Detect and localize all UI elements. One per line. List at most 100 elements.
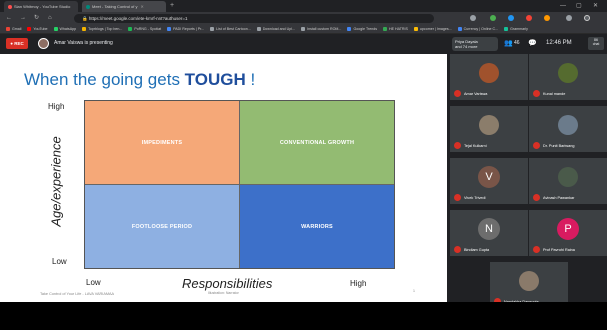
bookmark-item[interactable]: Currency | Online C... — [457, 27, 499, 32]
home-icon[interactable]: ⌂ — [48, 14, 52, 23]
x-axis-high-label: High — [350, 279, 367, 288]
mic-muted-icon — [454, 90, 461, 97]
bookmark-favicon-icon — [347, 27, 352, 32]
bookmark-label: List of Best Cartoon... — [216, 27, 251, 31]
bookmark-favicon-icon — [167, 27, 172, 32]
reload-icon[interactable]: ↻ — [34, 14, 39, 23]
bookmark-label: Currency | Online C... — [463, 27, 499, 31]
extension-blue-icon[interactable] — [508, 15, 514, 21]
participant-video-thumbnail — [479, 63, 499, 83]
participant-tile[interactable]: Dr. Punit Bariwang — [529, 106, 607, 152]
bookmark-favicon-icon — [27, 27, 32, 32]
mic-muted-icon — [454, 246, 461, 253]
participant-tile[interactable]: V Vivek Trivedi — [450, 158, 528, 204]
slide-title-suffix: ! — [245, 70, 256, 89]
bookmark-favicon-icon — [383, 27, 388, 32]
people-icon[interactable]: 👥 — [504, 38, 513, 49]
mic-muted-icon — [533, 90, 540, 97]
forward-icon[interactable]: → — [20, 14, 26, 23]
extension-green-icon[interactable] — [490, 15, 496, 21]
bookmark-item[interactable]: Install custom ROM... — [301, 27, 342, 32]
meeting-time: 12:46 PM — [546, 40, 572, 46]
browser-tab-youtube[interactable]: Sian Whitmoy - YouTube Studio — [4, 1, 78, 12]
participant-video-thumbnail — [558, 115, 578, 135]
mic-muted-icon — [533, 142, 540, 149]
slide-title-emphasis: TOUGH — [184, 70, 246, 89]
url-input[interactable]: 🔒 https://meet.google.com/ete-kmrf-nnt?a… — [74, 14, 434, 23]
minimize-icon[interactable]: — — [560, 1, 566, 11]
participant-name: Amar Variswa — [464, 92, 488, 96]
participant-tile[interactable]: N Bindiam Gupta — [450, 210, 528, 256]
bookmark-label: upcomer | Images... — [419, 27, 452, 31]
bookmark-item[interactable]: List of Best Cartoon... — [210, 27, 251, 32]
bookmark-favicon-icon — [53, 27, 58, 32]
participant-tile[interactable]: Avinash Pawankar — [529, 158, 607, 204]
bookmark-item[interactable]: PADI Reports | Pr... — [167, 27, 205, 32]
participant-video-thumbnail — [558, 63, 578, 83]
bookmark-item[interactable]: WhatsApp — [53, 27, 76, 32]
participants-chip[interactable]: Priya Dayala and 74 more — [452, 37, 498, 51]
participant-initial-avatar: P — [557, 218, 579, 240]
participant-name: Dr. Punit Bariwang — [543, 144, 575, 148]
x-axis-low-label: Low — [86, 278, 101, 287]
bookmark-label: PADI Reports | Pr... — [173, 27, 205, 31]
bookmark-item[interactable]: Download and Upl... — [256, 27, 296, 32]
slide-title: When the going gets TOUGH ! — [24, 70, 255, 90]
participant-tile[interactable]: Kunal mande — [529, 54, 607, 100]
bookmark-label: Install custom ROM... — [307, 27, 342, 31]
people-count: 46 — [514, 40, 520, 46]
participant-tile[interactable]: Amar Variswa — [450, 54, 528, 100]
bookmark-favicon-icon — [256, 27, 261, 32]
quadrant-conventional-growth: CONVENTIONAL GROWTH — [240, 101, 394, 185]
bookmark-item[interactable]: Google Trends — [347, 27, 378, 32]
x-axis-title: Responsibilities — [182, 276, 273, 291]
participant-name: Prof Pavrohi Raina — [543, 248, 575, 252]
bookmark-item[interactable]: HE HATRIS — [383, 27, 408, 32]
bookmark-item[interactable]: Grammarly — [504, 27, 528, 32]
bottom-black-bar — [0, 302, 607, 330]
bookmark-item[interactable]: upcomer | Images... — [413, 27, 452, 32]
bookmark-item[interactable]: YouTube — [27, 27, 48, 32]
close-tab-icon[interactable]: ✕ — [141, 4, 144, 9]
bookmark-label: PoRNG - Spotiat — [134, 27, 162, 31]
bookmark-favicon-icon — [301, 27, 306, 32]
extension-orange-icon[interactable] — [544, 15, 550, 21]
participant-video-thumbnail — [479, 115, 499, 135]
bookmark-label: Gmail — [12, 27, 22, 31]
bookmark-label: Grammarly — [510, 27, 528, 31]
bookmark-label: Download and Upl... — [262, 27, 296, 31]
presenter-avatar — [38, 38, 49, 49]
y-axis-high-label: High — [48, 102, 65, 111]
window-close-icon[interactable]: ✕ — [593, 1, 598, 11]
bookmark-item[interactable]: Toprblogs | Top ben... — [82, 27, 122, 32]
bookmark-label: Google Trends — [353, 27, 378, 31]
quadrant-warriors: WARRIORS — [240, 185, 394, 268]
extensions-puzzle-icon[interactable] — [566, 15, 572, 21]
star-icon[interactable] — [470, 15, 476, 21]
maximize-icon[interactable]: ▢ — [576, 1, 582, 11]
extension-red-icon[interactable] — [526, 15, 532, 21]
participant-video-thumbnail — [558, 167, 578, 187]
new-tab-icon[interactable]: + — [170, 1, 174, 11]
presenting-text: Amar Vaiswa is presenting — [54, 40, 113, 46]
chat-badge[interactable]: 86 chat — [588, 37, 604, 50]
participant-tile[interactable]: P Prof Pavrohi Raina — [529, 210, 607, 256]
bookmark-item[interactable]: Gmail — [6, 27, 22, 32]
slide-footer: Take Control of Your Life - LAVA VARIAMA… — [40, 292, 115, 296]
browser-tab-meet[interactable]: Meet - Taking Control of y ✕ — [82, 1, 166, 12]
back-icon[interactable]: ← — [6, 14, 12, 23]
participant-name: Tejal Kulkarni — [464, 144, 487, 148]
participant-tile[interactable]: Tejal Kulkarni — [450, 106, 528, 152]
lock-icon: 🔒 — [82, 16, 89, 21]
participant-name: Avinash Pawankar — [543, 196, 575, 200]
bookmarks-bar: Gmail YouTube WhatsApp Toprblogs | Top ben.… — [0, 25, 607, 34]
profile-avatar[interactable] — [584, 15, 590, 21]
bookmark-item[interactable]: PoRNG - Spotiat — [128, 27, 162, 32]
quadrant-matrix: IMPEDIMENTS CONVENTIONAL GROWTH FOOTLOOS… — [84, 100, 395, 269]
chat-icon[interactable]: 💬 — [528, 38, 537, 49]
participant-initial-avatar: N — [478, 218, 500, 240]
slide-title-prefix: When the going gets — [24, 70, 185, 89]
youtube-favicon-icon — [8, 4, 12, 9]
y-axis-low-label: Low — [52, 257, 67, 266]
chat-badge-label: chat — [592, 42, 600, 46]
